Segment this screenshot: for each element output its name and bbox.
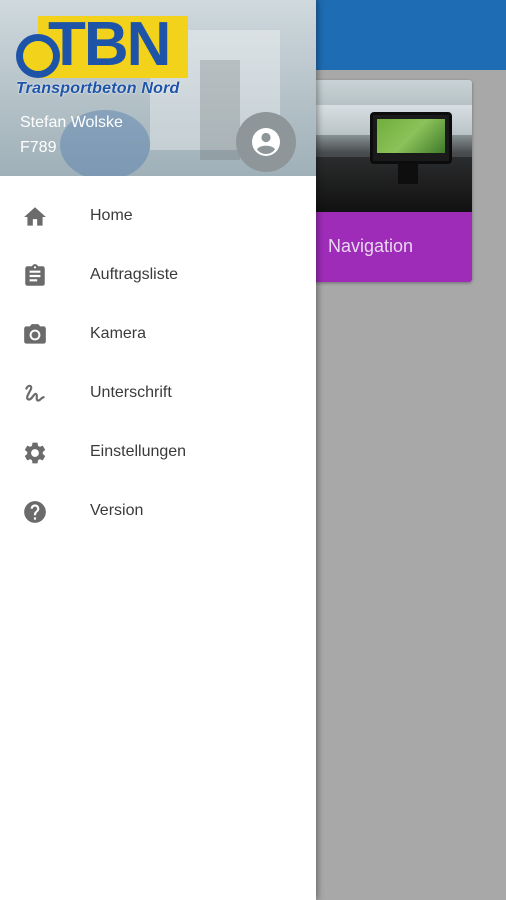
home-icon	[24, 207, 46, 226]
account-circle-icon	[252, 128, 280, 156]
menu-item-home[interactable]: Home	[0, 186, 316, 245]
drawer-menu: Home Auftragsliste Kamera Unterschrift E…	[0, 186, 316, 540]
logo-sub-text: Transportbeton Nord	[16, 80, 180, 97]
menu-item-label: Kamera	[90, 325, 147, 342]
menu-item-einstellungen[interactable]: Einstellungen	[0, 422, 316, 481]
menu-item-label: Version	[90, 502, 144, 519]
menu-item-label: Unterschrift	[90, 384, 172, 401]
user-name: Stefan Wolske	[20, 114, 123, 131]
gear-icon	[24, 442, 46, 464]
navigation-drawer: TBN Transportbeton Nord Stefan Wolske F7…	[0, 0, 316, 900]
user-id: F789	[20, 139, 57, 156]
menu-item-version[interactable]: Version	[0, 481, 316, 540]
help-icon	[24, 501, 46, 523]
avatar[interactable]	[236, 112, 296, 172]
signature-icon	[25, 384, 45, 402]
menu-item-label: Einstellungen	[90, 443, 187, 460]
camera-icon	[24, 324, 46, 344]
menu-item-unterschrift[interactable]: Unterschrift	[0, 363, 316, 422]
menu-item-label: Auftragsliste	[90, 266, 179, 283]
menu-item-auftragsliste[interactable]: Auftragsliste	[0, 245, 316, 304]
clipboard-icon	[25, 264, 45, 286]
menu-item-label: Home	[90, 207, 133, 224]
tbn-logo: TBN Transportbeton Nord	[16, 10, 188, 100]
logo-main-text: TBN	[48, 10, 171, 79]
menu-item-kamera[interactable]: Kamera	[0, 304, 316, 363]
drawer-header: TBN Transportbeton Nord Stefan Wolske F7…	[0, 0, 316, 176]
